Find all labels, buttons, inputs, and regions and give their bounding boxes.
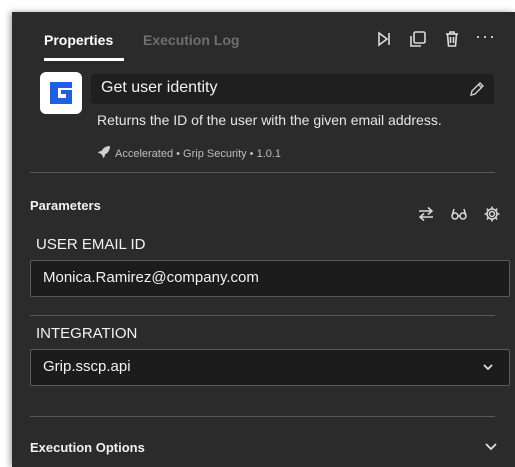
integration-value: Grip.sscp.api bbox=[43, 358, 131, 375]
rocket-icon bbox=[97, 145, 111, 159]
grip-logo bbox=[40, 72, 82, 114]
tab-execution-log[interactable]: Execution Log bbox=[143, 32, 239, 48]
divider bbox=[30, 315, 495, 316]
action-meta-text: Accelerated • Grip Security • 1.0.1 bbox=[115, 148, 282, 160]
chevron-down-icon[interactable] bbox=[481, 360, 495, 374]
chevron-down-icon[interactable] bbox=[483, 438, 499, 454]
tab-bar: Properties Execution Log ··· bbox=[12, 12, 515, 68]
step-run-icon[interactable] bbox=[374, 29, 394, 49]
user-email-input[interactable]: Monica.Ramirez@company.com bbox=[30, 260, 510, 297]
glasses-icon[interactable] bbox=[450, 205, 468, 223]
swap-icon[interactable] bbox=[417, 205, 435, 223]
execution-options-heading[interactable]: Execution Options bbox=[30, 440, 145, 455]
action-title-field[interactable]: Get user identity bbox=[91, 74, 494, 104]
copy-icon[interactable] bbox=[408, 29, 428, 49]
trash-icon[interactable] bbox=[442, 29, 462, 49]
gear-icon[interactable] bbox=[483, 205, 501, 223]
integration-select[interactable]: Grip.sscp.api bbox=[30, 349, 510, 386]
divider bbox=[30, 416, 495, 417]
divider bbox=[30, 172, 495, 173]
user-email-value: Monica.Ramirez@company.com bbox=[43, 269, 259, 286]
active-tab-indicator bbox=[44, 58, 124, 61]
action-description: Returns the ID of the user with the give… bbox=[97, 112, 442, 128]
parameters-heading: Parameters bbox=[30, 198, 101, 213]
integration-label: INTEGRATION bbox=[36, 325, 138, 342]
more-options-icon[interactable]: ··· bbox=[475, 27, 495, 49]
user-email-label: USER EMAIL ID bbox=[36, 236, 146, 253]
properties-panel: Properties Execution Log ··· Get user id… bbox=[12, 12, 515, 467]
action-meta: Accelerated • Grip Security • 1.0.1 bbox=[97, 145, 281, 160]
pencil-icon[interactable] bbox=[468, 80, 486, 98]
tab-properties[interactable]: Properties bbox=[44, 32, 113, 48]
action-title: Get user identity bbox=[101, 79, 218, 96]
